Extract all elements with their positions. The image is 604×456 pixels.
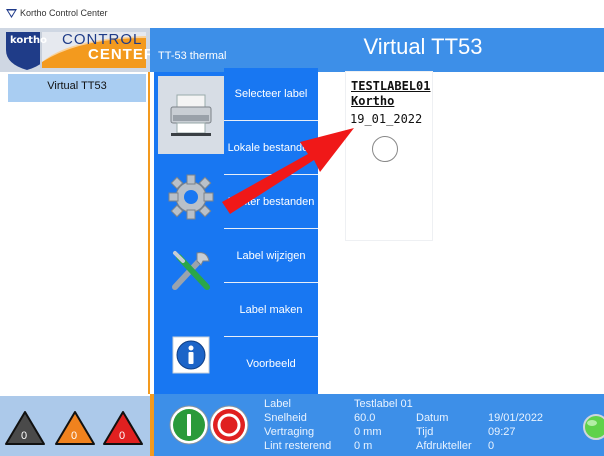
icon-toolbar xyxy=(154,72,224,394)
kortho-logo: kortho CONTROL CENTER xyxy=(0,28,155,72)
logo-brand-text: kortho xyxy=(10,35,47,46)
status-counter-value: 0 xyxy=(488,440,495,452)
start-button[interactable] xyxy=(168,404,210,446)
tools-icon xyxy=(172,251,210,290)
printer-list: Virtual TT53 xyxy=(0,72,150,394)
printer-list-item[interactable]: Virtual TT53 xyxy=(8,74,146,102)
menu-item-edit-label[interactable]: Label wijzigen xyxy=(224,230,318,283)
alert-count-red: 0 xyxy=(119,430,126,442)
logo-product-line2: CENTER xyxy=(88,46,156,63)
page-title: Virtual TT53 xyxy=(363,34,483,59)
label-line-3: 19_01_2022 xyxy=(350,112,423,126)
status-label-value: Testlabel 01 xyxy=(354,398,413,410)
status-delay-value: 0 mm xyxy=(354,426,382,438)
stop-button[interactable] xyxy=(208,404,250,446)
label-preview-area: TESTLABEL01 Kortho 19_01_2022 xyxy=(318,72,604,394)
status-time-value: 09:27 xyxy=(488,426,516,438)
red-arrow-annotation xyxy=(222,128,354,214)
alert-count-orange: 0 xyxy=(71,430,78,442)
alerts-panel: 0 0 0 xyxy=(0,396,150,456)
status-time-key: Tijd xyxy=(416,426,434,438)
menu-item-create-label[interactable]: Label maken xyxy=(224,284,318,337)
status-led-icon xyxy=(583,414,604,440)
status-label-key: Label xyxy=(264,398,291,410)
status-date-key: Datum xyxy=(416,412,449,424)
action-menu: Selecteer label Lokale bestanden Printer… xyxy=(224,68,318,394)
info-icon xyxy=(172,336,210,374)
label-preview-card: TESTLABEL01 Kortho 19_01_2022 xyxy=(346,72,432,240)
status-counter-key: Afdrukteller xyxy=(416,440,472,452)
status-speed-value: 60.0 xyxy=(354,412,376,424)
status-ribbon-value: 0 m xyxy=(354,440,373,452)
status-speed-key: Snelheid xyxy=(264,412,307,424)
menu-item-preview[interactable]: Voorbeeld xyxy=(224,338,318,391)
label-circle-shape xyxy=(372,136,398,162)
status-ribbon-key: Lint resterend xyxy=(264,440,332,452)
status-delay-key: Vertraging xyxy=(264,426,315,438)
kortho-app-icon xyxy=(6,9,17,18)
printer-icon xyxy=(170,94,212,136)
window-title: Kortho Control Center xyxy=(20,8,108,18)
title-bar: Kortho Control Center xyxy=(0,0,604,28)
header-bar: TT-53 thermal Virtual TT53 xyxy=(150,28,604,72)
tools-tab-button[interactable] xyxy=(158,232,224,310)
label-line-2: Kortho xyxy=(351,94,395,108)
info-tab-button[interactable] xyxy=(158,316,224,394)
gear-icon xyxy=(168,174,214,220)
label-line-1: TESTLABEL01 xyxy=(351,79,431,93)
printer-tab-button[interactable] xyxy=(158,76,224,154)
menu-item-select-label[interactable]: Selecteer label xyxy=(224,68,318,121)
status-bar: Label Testlabel 01 Snelheid 60.0 Datum 1… xyxy=(150,394,604,456)
settings-tab-button[interactable] xyxy=(158,158,224,236)
alert-count-gray: 0 xyxy=(21,430,28,442)
status-date-value: 19/01/2022 xyxy=(488,412,544,424)
